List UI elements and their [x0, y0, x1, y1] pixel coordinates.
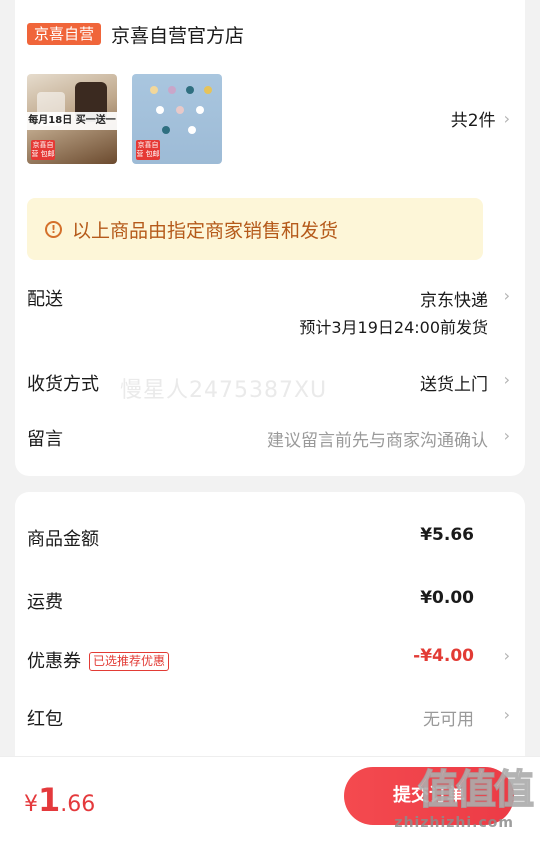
redpacket-label: 红包 — [27, 709, 63, 730]
hook-image — [168, 86, 176, 94]
user-watermark: 慢星人2475387XU — [120, 378, 328, 403]
receive-method-value[interactable]: 送货上门 — [420, 370, 488, 395]
coupon-label: 优惠券 — [27, 651, 81, 672]
chevron-right-icon: › — [503, 705, 510, 724]
hook-image — [156, 106, 164, 114]
price-integer: 1 — [38, 781, 61, 819]
delivery-method[interactable]: 京东快递 — [420, 286, 488, 311]
message-label: 留言 — [27, 429, 63, 450]
coupon-row[interactable]: 优惠券 已选推荐优惠 — [27, 647, 170, 673]
seller-notice: ! 以上商品由指定商家销售和发货 — [27, 198, 483, 260]
hook-image — [150, 86, 158, 94]
jingxi-mail-tag: 京喜自营 包邮 — [136, 140, 160, 160]
shop-name[interactable]: 京喜自营官方店 — [111, 21, 244, 48]
hook-image — [204, 86, 212, 94]
chevron-right-icon: › — [503, 286, 510, 305]
chevron-right-icon: › — [503, 109, 510, 128]
item-count[interactable]: 共2件 › — [451, 106, 510, 131]
hook-image — [196, 106, 204, 114]
goods-amount-label: 商品金额 — [27, 529, 99, 550]
receive-method-label: 收货方式 — [27, 374, 99, 395]
info-icon: ! — [45, 220, 62, 238]
shop-header[interactable]: 京喜自营 京喜自营官方店 — [27, 21, 244, 48]
promo-banner: 每月18日 买一送一 — [27, 112, 117, 130]
hook-image — [162, 126, 170, 134]
hook-image — [176, 106, 184, 114]
product-thumbnail[interactable]: 京喜自营 包邮 — [132, 74, 222, 164]
shipping-label: 运费 — [27, 592, 63, 613]
coupon-recommended-badge: 已选推荐优惠 — [89, 652, 170, 671]
total-price: ¥1.66 — [24, 781, 95, 819]
chevron-right-icon: › — [503, 646, 510, 665]
shipping-value: ¥0.00 — [420, 588, 474, 608]
chevron-right-icon: › — [503, 370, 510, 389]
hook-image — [188, 126, 196, 134]
redpacket-value[interactable]: 无可用 — [423, 705, 474, 730]
coupon-value[interactable]: -¥4.00 — [413, 646, 474, 666]
shop-badge: 京喜自营 — [27, 23, 102, 45]
hook-image — [186, 86, 194, 94]
product-thumbnail[interactable]: 每月18日 买一送一 京喜自营 包邮 — [27, 74, 117, 164]
price-currency: ¥ — [24, 792, 38, 817]
site-watermark-url: zhizhizhi.com — [394, 815, 514, 831]
chevron-right-icon: › — [503, 426, 510, 445]
message-input[interactable]: 建议留言前先与商家沟通确认 — [267, 426, 488, 451]
delivery-label: 配送 — [27, 289, 63, 310]
goods-amount-value: ¥5.66 — [420, 525, 474, 545]
notice-text: 以上商品由指定商家销售和发货 — [72, 219, 339, 242]
checkout-bar: ¥1.66 提交订单 值值值 zhizhizhi.com — [0, 756, 540, 842]
delivery-estimate: 预计3月19日24:00前发货 — [299, 318, 488, 337]
jingxi-mail-tag: 京喜自营 包邮 — [31, 140, 55, 160]
item-count-label: 共2件 — [450, 111, 496, 131]
price-decimal: .66 — [60, 792, 96, 817]
